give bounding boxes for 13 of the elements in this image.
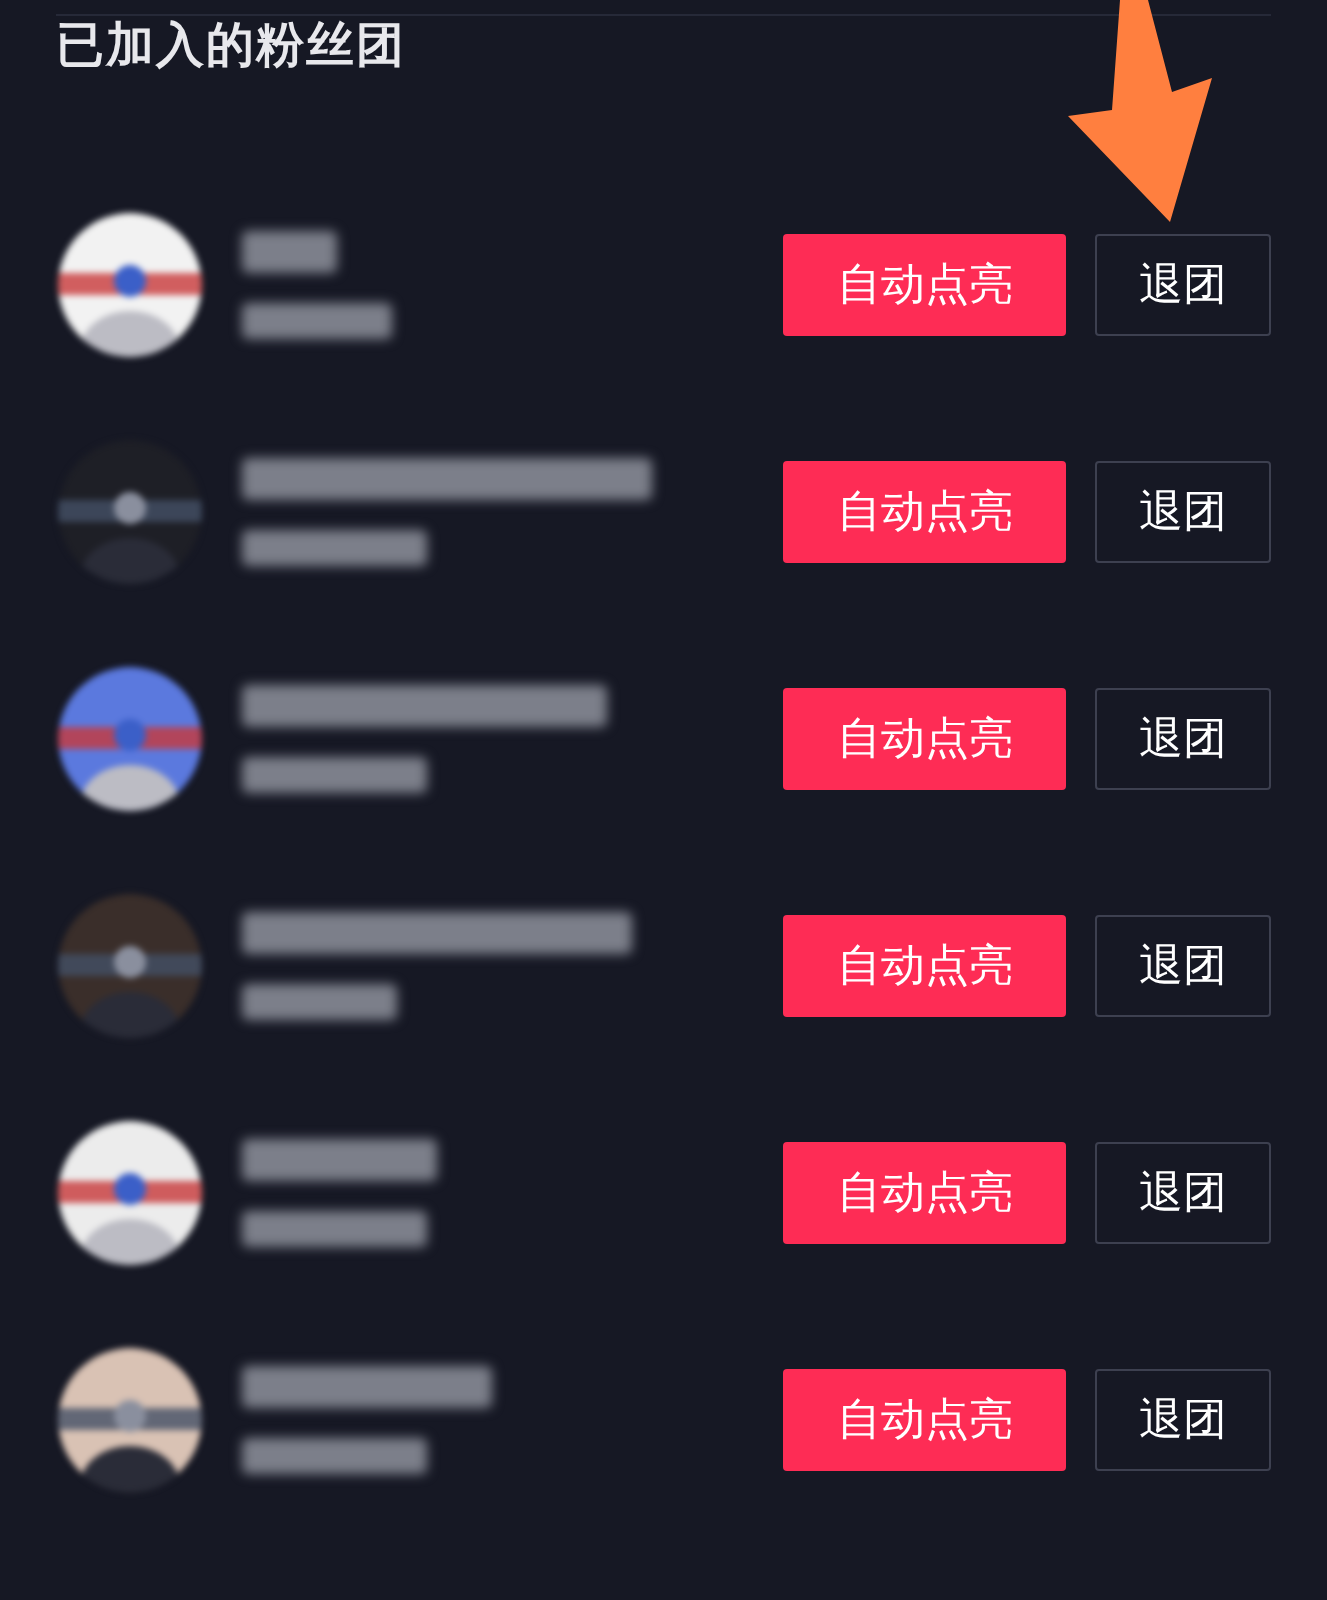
auto-light-button[interactable]: 自动点亮: [783, 460, 1066, 563]
leave-button[interactable]: 退团: [1095, 687, 1271, 790]
auto-light-button[interactable]: 自动点亮: [783, 687, 1066, 790]
auto-light-button[interactable]: 自动点亮: [783, 914, 1066, 1017]
section-title: 已加入的粉丝团: [56, 16, 406, 74]
leave-button[interactable]: 退团: [1095, 460, 1271, 563]
auto-light-button[interactable]: 自动点亮: [783, 233, 1066, 336]
auto-light-button[interactable]: 自动点亮: [783, 1141, 1066, 1244]
auto-light-button[interactable]: 自动点亮: [783, 1368, 1066, 1471]
leave-button[interactable]: 退团: [1095, 914, 1271, 1017]
leave-button[interactable]: 退团: [1095, 1368, 1271, 1471]
leave-button[interactable]: 退团: [1095, 233, 1271, 336]
leave-button[interactable]: 退团: [1095, 1141, 1271, 1244]
